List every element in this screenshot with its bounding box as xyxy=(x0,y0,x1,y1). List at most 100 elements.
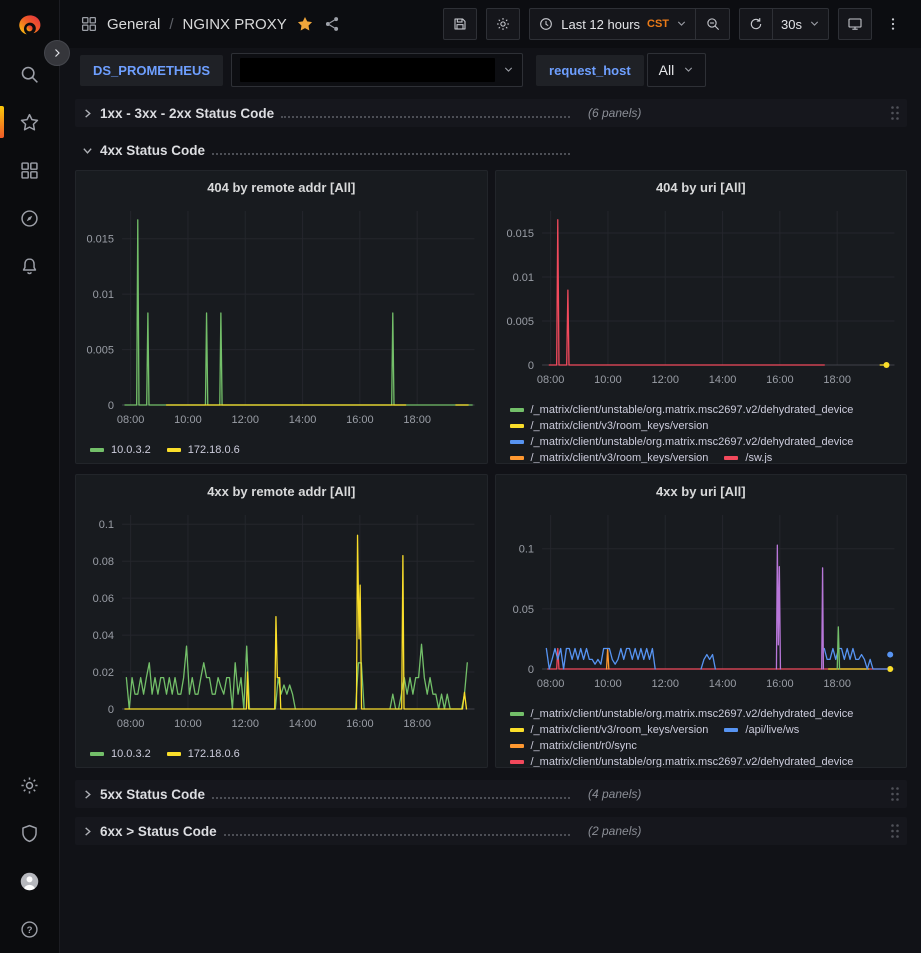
chevron-right-icon xyxy=(82,826,93,837)
sidebar-item-dashboards[interactable] xyxy=(0,146,60,194)
clock-icon xyxy=(538,16,554,32)
time-series-chart[interactable]: 08:0010:0012:0014:0016:0018:0000.0050.01… xyxy=(496,199,907,399)
variable-request-host-select[interactable]: All xyxy=(647,53,707,87)
dashboards-grid-icon xyxy=(19,160,40,181)
row-panel-count: (2 panels) xyxy=(588,824,641,838)
legend-item[interactable]: /api/live/ws xyxy=(724,724,799,736)
legend-item[interactable]: /_matrix/client/unstable/org.matrix.msc2… xyxy=(510,756,854,768)
sidebar-item-starred[interactable] xyxy=(0,98,60,146)
sidebar-item-explore[interactable] xyxy=(0,194,60,242)
svg-text:16:00: 16:00 xyxy=(766,374,794,386)
row-drag-handle[interactable] xyxy=(890,823,900,839)
legend-item[interactable]: /_matrix/client/unstable/org.matrix.msc2… xyxy=(510,708,854,720)
sidebar-expand-button[interactable] xyxy=(44,40,70,66)
svg-text:14:00: 14:00 xyxy=(708,374,736,386)
chevron-right-icon xyxy=(82,108,93,119)
sidebar-item-server-admin[interactable] xyxy=(0,809,60,857)
row-panel-count: (6 panels) xyxy=(588,106,641,120)
zoom-out-time-button[interactable] xyxy=(696,8,730,40)
svg-text:0.02: 0.02 xyxy=(93,667,114,679)
dashboard-settings-button[interactable] xyxy=(486,8,520,40)
time-series-chart[interactable]: 08:0010:0012:0014:0016:0018:0000.020.040… xyxy=(76,503,487,743)
legend-swatch xyxy=(510,456,524,460)
chart-legend: 10.0.3.2 172.18.0.6 xyxy=(76,743,487,768)
variable-request-host-label[interactable]: request_host xyxy=(536,55,644,86)
legend-label: /_matrix/client/v3/room_keys/version xyxy=(531,420,709,432)
row-6xx-status-code[interactable]: 6xx > Status Code (2 panels) xyxy=(75,817,907,845)
timezone-label: CST xyxy=(647,18,669,30)
legend-item[interactable]: /sw.js xyxy=(724,452,772,464)
gear-icon xyxy=(495,16,511,32)
legend-item[interactable]: /_matrix/client/r0/sync xyxy=(510,740,637,752)
share-icon[interactable] xyxy=(323,15,341,33)
sidebar-item-profile[interactable] xyxy=(0,857,60,905)
legend-item[interactable]: 172.18.0.6 xyxy=(167,444,240,456)
legend-label: /_matrix/client/v3/room_keys/version xyxy=(531,724,709,736)
row-drag-handle[interactable] xyxy=(890,786,900,802)
save-icon xyxy=(452,16,468,32)
dotted-leader xyxy=(212,153,570,155)
chevron-down-icon xyxy=(503,63,514,78)
favorite-star-icon[interactable] xyxy=(296,15,314,33)
legend-label: /api/live/ws xyxy=(745,724,799,736)
sidebar-item-configuration[interactable] xyxy=(0,761,60,809)
svg-text:12:00: 12:00 xyxy=(651,678,679,690)
refresh-icon xyxy=(748,16,764,32)
user-avatar xyxy=(19,871,40,892)
svg-text:0.01: 0.01 xyxy=(512,272,533,284)
legend-swatch xyxy=(724,456,738,460)
save-dashboard-button[interactable] xyxy=(443,8,477,40)
breadcrumb-folder[interactable]: General xyxy=(107,16,160,33)
svg-text:0: 0 xyxy=(108,400,114,412)
tv-mode-button[interactable] xyxy=(838,8,872,40)
legend-item[interactable]: 10.0.3.2 xyxy=(90,444,151,456)
breadcrumb-dashboard-title[interactable]: NGINX PROXY xyxy=(183,16,287,33)
more-options-button[interactable] xyxy=(881,8,905,40)
row-title: 4xx Status Code xyxy=(100,143,205,158)
panel-title[interactable]: 404 by uri [All] xyxy=(496,171,907,199)
time-range-picker[interactable]: Last 12 hours CST xyxy=(529,8,696,40)
time-controls: Last 12 hours CST xyxy=(529,8,730,40)
time-series-chart[interactable]: 08:0010:0012:0014:0016:0018:0000.050.1 xyxy=(496,503,907,703)
variable-datasource-select[interactable] xyxy=(231,53,523,87)
svg-text:14:00: 14:00 xyxy=(289,414,317,426)
chevron-right-icon xyxy=(51,47,63,59)
dotted-leader xyxy=(281,116,570,118)
row-1xx-3xx-2xx-status-code[interactable]: 1xx - 3xx - 2xx Status Code (6 panels) xyxy=(75,99,907,127)
row-5xx-status-code[interactable]: 5xx Status Code (4 panels) xyxy=(75,780,907,808)
refresh-button[interactable] xyxy=(739,8,773,40)
panel-title[interactable]: 4xx by uri [All] xyxy=(496,475,907,503)
legend-item[interactable]: /_matrix/client/unstable/org.matrix.msc2… xyxy=(510,404,854,416)
row-title: 6xx > Status Code xyxy=(100,824,217,839)
sidebar-item-help[interactable]: ? xyxy=(0,905,60,953)
sidebar-nav: ? xyxy=(0,0,60,953)
svg-text:16:00: 16:00 xyxy=(346,414,374,426)
panel-title[interactable]: 4xx by remote addr [All] xyxy=(76,475,487,503)
variable-datasource-label[interactable]: DS_PROMETHEUS xyxy=(80,55,223,86)
legend-item[interactable]: /_matrix/client/unstable/org.matrix.msc2… xyxy=(510,436,854,448)
row-drag-handle[interactable] xyxy=(890,105,900,121)
svg-text:12:00: 12:00 xyxy=(231,414,259,426)
row-4xx-status-code[interactable]: 4xx Status Code xyxy=(75,136,907,164)
monitor-icon xyxy=(847,16,863,32)
time-series-chart[interactable]: 08:0010:0012:0014:0016:0018:0000.0050.01… xyxy=(76,199,487,439)
grafana-logo[interactable] xyxy=(16,13,44,44)
breadcrumb-separator: / xyxy=(169,16,173,33)
legend-item[interactable]: /_matrix/client/v3/room_keys/version xyxy=(510,420,709,432)
refresh-interval-picker[interactable]: 30s xyxy=(773,8,829,40)
sidebar-item-alerting[interactable] xyxy=(0,242,60,290)
panel-title[interactable]: 404 by remote addr [All] xyxy=(76,171,487,199)
legend-item[interactable]: 172.18.0.6 xyxy=(167,748,240,760)
legend-item[interactable]: /_matrix/client/v3/room_keys/version xyxy=(510,724,709,736)
row-panel-count: (4 panels) xyxy=(588,787,641,801)
bell-icon xyxy=(19,256,40,277)
panel-4xx-by-remote-addr: 4xx by remote addr [All] 08:0010:0012:00… xyxy=(75,474,488,768)
shield-icon xyxy=(19,823,40,844)
legend-item[interactable]: /_matrix/client/v3/room_keys/version xyxy=(510,452,709,464)
legend-item[interactable]: 10.0.3.2 xyxy=(90,748,151,760)
legend-label: /_matrix/client/unstable/org.matrix.msc2… xyxy=(531,708,854,720)
chevron-down-icon xyxy=(82,145,93,156)
svg-text:18:00: 18:00 xyxy=(823,374,851,386)
chart-legend: /_matrix/client/unstable/org.matrix.msc2… xyxy=(496,399,907,464)
main-area: General / NGINX PROXY xyxy=(60,0,921,953)
